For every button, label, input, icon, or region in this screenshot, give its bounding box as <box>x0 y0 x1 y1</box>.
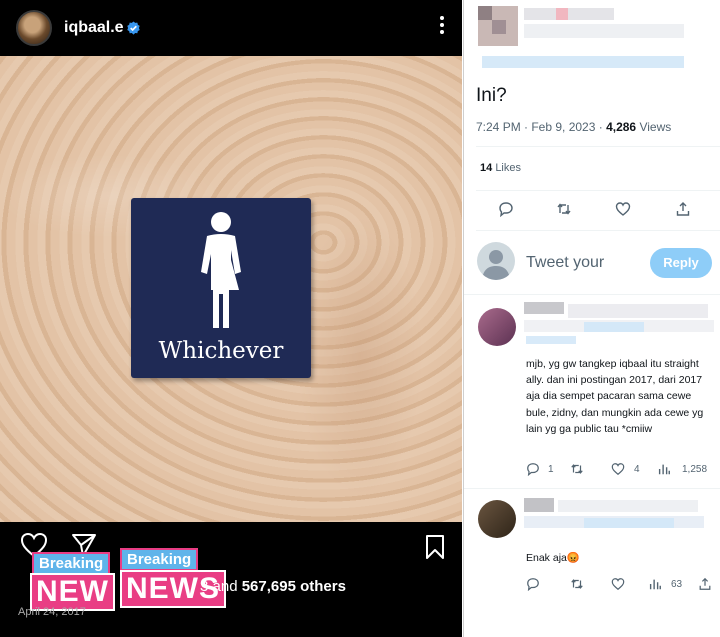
like-icon[interactable] <box>611 462 625 476</box>
retweet-icon[interactable] <box>570 577 584 591</box>
breaking-news-sticker-tag: Breaking <box>120 548 199 571</box>
more-options-icon[interactable] <box>438 16 446 38</box>
like-icon[interactable] <box>615 201 631 217</box>
censored-avatar <box>478 308 516 346</box>
censored-block <box>524 8 614 20</box>
post-photo[interactable]: Whichever <box>0 56 462 522</box>
tweet-views-count: 4,286 <box>606 120 637 134</box>
divider <box>476 190 720 191</box>
verified-badge-icon <box>127 21 140 35</box>
comment-body: Enak aja😡 <box>526 552 580 564</box>
reply-icon[interactable] <box>526 462 540 476</box>
views-count: 63 <box>671 579 683 590</box>
tweet-likes-label: Likes <box>495 162 521 174</box>
username[interactable]: iqbaal.e <box>64 19 124 37</box>
censored-block <box>558 500 698 512</box>
tweet-meta: 7:24 PM · Feb 9, 2023 · 4,286 Views <box>476 120 671 134</box>
breaking-news-sticker-tag: Breaking <box>32 552 111 575</box>
likes-count: 567,695 others <box>241 578 346 595</box>
censored-block <box>526 336 576 344</box>
divider <box>476 146 720 147</box>
censored-block <box>524 302 564 314</box>
post-date: April 24, 2017 <box>18 606 86 618</box>
reply-count: 1 <box>548 464 554 475</box>
censored-block <box>492 20 506 34</box>
share-icon[interactable] <box>675 201 691 217</box>
share-icon[interactable] <box>698 577 712 591</box>
reply-input[interactable]: Tweet your <box>526 254 604 272</box>
tweet-likes[interactable]: 14 Likes <box>480 162 521 174</box>
retweet-icon[interactable] <box>570 462 584 476</box>
instagram-post: iqbaal.e Whichever Breaking NEW Breaking… <box>0 0 462 637</box>
tweet-panel: Ini? 7:24 PM · Feb 9, 2023 · 4,286 Views… <box>463 0 720 637</box>
gender-neutral-figure-icon <box>201 212 241 328</box>
post-header: iqbaal.e <box>0 0 462 56</box>
censored-block <box>556 8 568 20</box>
censored-block <box>482 56 684 68</box>
censored-block <box>584 322 644 332</box>
views-icon[interactable] <box>657 462 671 476</box>
reply-button[interactable]: Reply <box>650 248 712 278</box>
tweet-timestamp[interactable]: 7:24 PM · Feb 9, 2023 · <box>476 120 603 134</box>
censored-avatar <box>478 500 516 538</box>
censored-block <box>584 518 674 528</box>
retweet-icon[interactable] <box>556 201 572 217</box>
censored-block <box>568 304 708 318</box>
avatar <box>477 242 515 280</box>
divider <box>464 294 720 295</box>
bookmark-icon[interactable] <box>424 534 446 560</box>
censored-block <box>524 498 554 512</box>
tweet-likes-count: 14 <box>480 162 493 174</box>
like-count: 4 <box>634 464 640 475</box>
likes-summary[interactable]: 3 and 567,695 others <box>200 578 346 595</box>
likes-partial: 3 <box>200 578 209 595</box>
censored-block <box>524 24 684 38</box>
avatar[interactable] <box>16 10 52 46</box>
reply-icon[interactable] <box>498 201 514 217</box>
reply-icon[interactable] <box>526 577 540 591</box>
divider <box>476 230 720 231</box>
comment-body: mjb, yg gw tangkep iqbaal itu straight a… <box>526 358 704 435</box>
like-icon[interactable] <box>611 577 625 591</box>
tweet-text: Ini? <box>476 85 507 106</box>
sign-label: Whichever <box>158 338 284 364</box>
likes-prefix: and <box>212 578 238 595</box>
censored-block <box>478 6 492 20</box>
views-icon[interactable] <box>648 577 662 591</box>
views-count: 1,258 <box>682 464 708 475</box>
divider <box>464 488 720 489</box>
restroom-sign: Whichever <box>131 198 311 378</box>
tweet-views-label: Views <box>639 120 672 134</box>
default-avatar-icon <box>482 250 510 280</box>
